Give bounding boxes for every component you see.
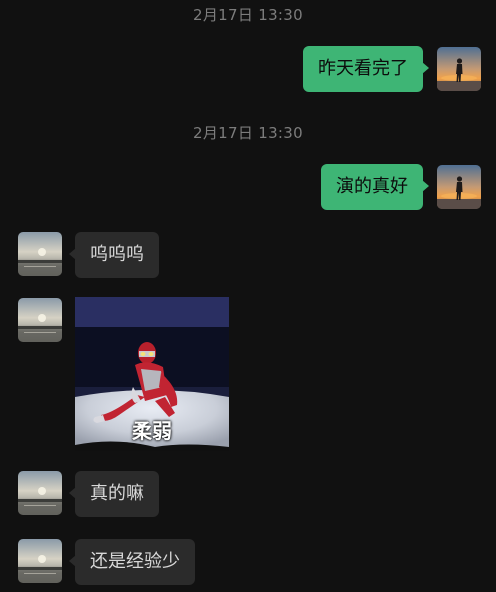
contact-avatar[interactable] [18,298,62,342]
sticker-message[interactable]: 柔弱 [75,297,229,451]
lake-sunset-avatar [18,232,62,276]
sticker-caption: 柔弱 [132,419,172,443]
lake-sunset-avatar [18,471,62,515]
my-message-bubble[interactable]: 昨天看完了 [303,46,429,92]
sunset-silhouette-avatar [437,47,481,91]
contact-message-bubble[interactable]: 还是经验少 [69,539,195,585]
contact-avatar[interactable] [18,471,62,515]
lake-sunset-avatar [18,539,62,583]
lake-sunset-avatar [18,298,62,342]
timestamp: 2月17日 13:30 [193,124,303,142]
contact-avatar[interactable] [18,232,62,276]
timestamp: 2月17日 13:30 [193,6,303,24]
my-avatar[interactable] [437,47,481,91]
contact-message-bubble[interactable]: 真的嘛 [69,471,159,517]
sunset-silhouette-avatar [437,165,481,209]
my-avatar[interactable] [437,165,481,209]
contact-avatar[interactable] [18,539,62,583]
my-message-bubble[interactable]: 演的真好 [321,164,429,210]
contact-message-bubble[interactable]: 呜呜呜 [69,232,159,278]
